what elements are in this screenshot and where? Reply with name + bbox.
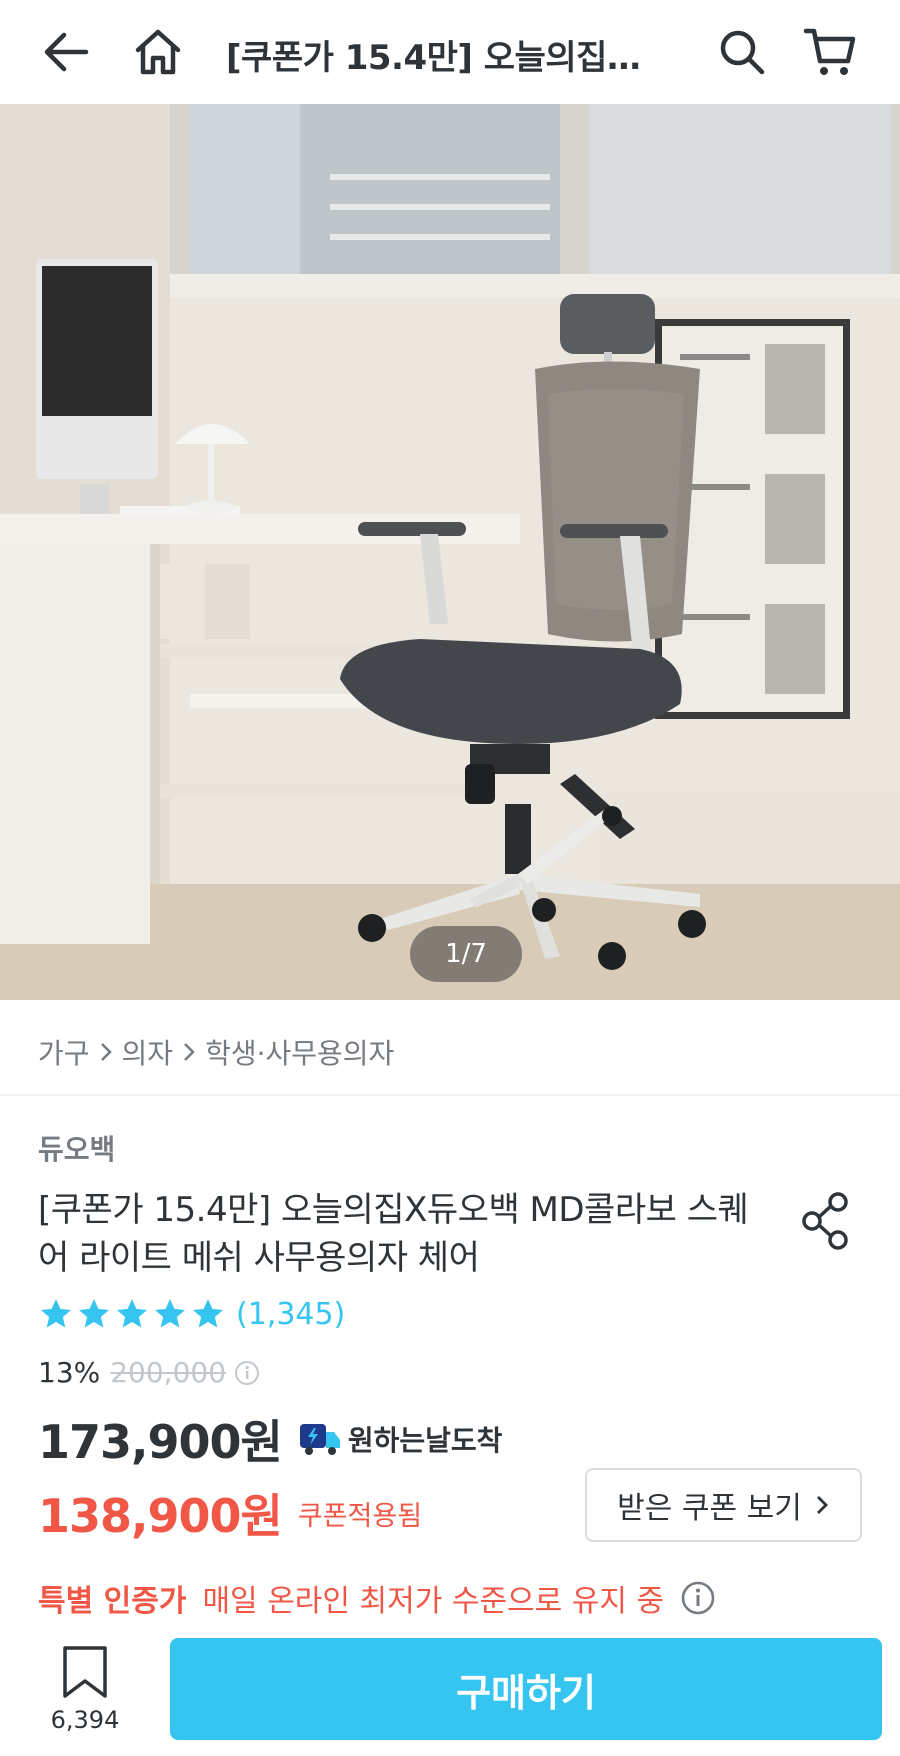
view-coupons-label: 받은 쿠폰 보기 <box>617 1491 802 1526</box>
header-title: [쿠폰가 15.4만] 오늘의집X듀오백 MD콜라보 스퀘어 라이트 메쉬 사무… <box>226 38 666 78</box>
home-button[interactable] <box>128 22 188 82</box>
scrap-count: 6,394 <box>50 1706 120 1734</box>
breadcrumb-item[interactable]: 학생·사무용의자 <box>205 1032 394 1072</box>
section-divider <box>0 1094 900 1096</box>
original-price: 200,000 <box>110 1356 227 1389</box>
buy-button[interactable]: 구매하기 <box>170 1638 882 1740</box>
coupon-price-row: 138,900원 쿠폰적용됨 <box>38 1480 422 1546</box>
coupon-price: 138,900원 <box>38 1489 283 1543</box>
product-image-carousel[interactable] <box>0 104 900 1000</box>
rating-row[interactable]: (1,345) <box>38 1296 345 1332</box>
star-icon <box>155 1299 185 1328</box>
star-icon <box>193 1299 223 1328</box>
back-button[interactable] <box>36 22 96 82</box>
arrow-left-icon <box>44 32 89 72</box>
cart-button[interactable] <box>800 22 860 82</box>
star-icon <box>41 1299 71 1328</box>
view-coupons-button[interactable]: 받은 쿠폰 보기 <box>585 1468 862 1542</box>
top-nav-bar: [쿠폰가 15.4만] 오늘의집X듀오백 MD콜라보 스퀘어 라이트 메쉬 사무… <box>0 0 900 104</box>
cart-icon <box>803 28 856 75</box>
info-icon[interactable] <box>234 1360 260 1386</box>
delivery-label: 원하는날도착 <box>347 1424 503 1457</box>
rating-stars <box>38 1296 226 1332</box>
breadcrumb-item[interactable]: 의자 <box>122 1032 174 1072</box>
breadcrumb-item[interactable]: 가구 <box>38 1032 90 1072</box>
bottom-action-bar: 6,394 구매하기 <box>0 1626 900 1756</box>
discount-rate: 13% <box>38 1356 101 1389</box>
search-icon <box>720 30 765 75</box>
scrap-button[interactable]: 6,394 <box>40 1644 130 1734</box>
chevron-right-icon <box>181 1041 197 1063</box>
bookmark-icon <box>63 1646 107 1698</box>
product-photo <box>0 104 900 1000</box>
special-price-description: 매일 온라인 최저가 수준으로 유지 중 <box>202 1584 665 1619</box>
review-count[interactable]: (1,345) <box>236 1297 345 1332</box>
search-button[interactable] <box>712 22 772 82</box>
chevron-right-icon <box>98 1041 114 1063</box>
star-icon <box>79 1299 109 1328</box>
special-price-notice: 특별 인증가 매일 온라인 최저가 수준으로 유지 중 <box>38 1576 716 1620</box>
sale-price: 173,900원 <box>38 1415 283 1469</box>
product-title: [쿠폰가 15.4만] 오늘의집X듀오백 MD콜라보 스퀘어 라이트 메쉬 사무… <box>38 1190 749 1278</box>
price-row: 173,900원 원하는날도착 <box>38 1406 502 1472</box>
share-icon <box>802 1192 848 1250</box>
coupon-applied-label: 쿠폰적용됨 <box>297 1500 423 1532</box>
star-icon <box>117 1299 147 1328</box>
home-icon <box>135 29 181 75</box>
brand-name[interactable]: 듀오백 <box>38 1128 115 1168</box>
special-price-label: 특별 인증가 <box>38 1584 187 1619</box>
breadcrumb: 가구 의자 학생·사무용의자 <box>38 1032 394 1072</box>
delivery-truck-icon <box>299 1424 340 1455</box>
info-icon[interactable] <box>680 1580 716 1616</box>
delivery-badge[interactable]: 원하는날도착 <box>298 1419 503 1459</box>
share-button[interactable] <box>796 1188 856 1254</box>
discount-row: 13% 200,000 <box>38 1356 260 1389</box>
chevron-right-icon <box>814 1493 830 1517</box>
image-counter: 1/7 <box>410 926 522 982</box>
